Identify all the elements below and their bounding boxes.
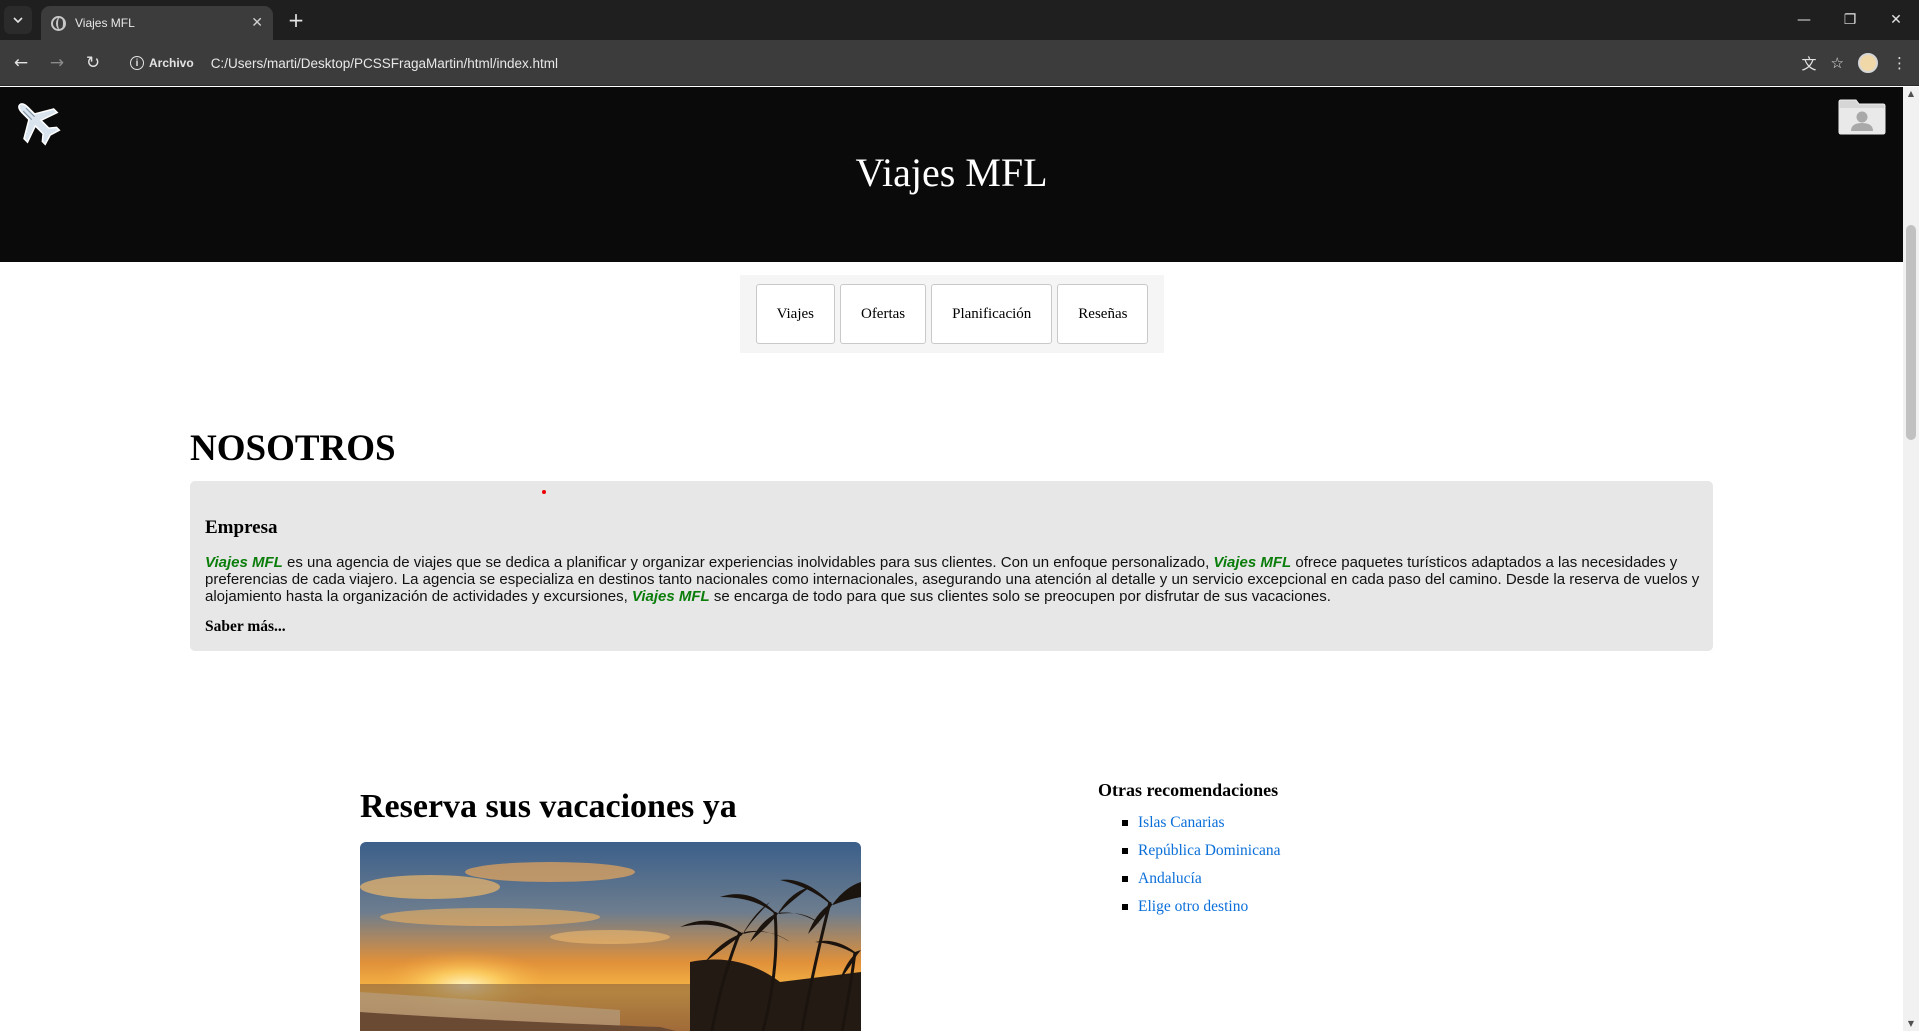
tab-title: Viajes MFL bbox=[75, 16, 135, 30]
more-menu-icon[interactable]: ⋮ bbox=[1892, 54, 1907, 72]
restore-button[interactable]: ❐ bbox=[1827, 0, 1873, 40]
toolbar-actions: 文 ☆ ⋮ bbox=[1802, 50, 1907, 76]
recommendations-title: Otras recomendaciones bbox=[1098, 780, 1279, 800]
about-card: Empresa Viajes MFL es una agencia de via… bbox=[190, 481, 1713, 651]
list-item: Islas Canarias bbox=[1122, 809, 1280, 837]
scroll-up-arrow-icon[interactable]: ▲ bbox=[1903, 87, 1919, 101]
beach-sunset-image bbox=[360, 842, 861, 1031]
profile-avatar[interactable] bbox=[1858, 53, 1878, 73]
reload-button[interactable]: ↻ bbox=[80, 50, 106, 76]
airplane-icon[interactable] bbox=[10, 95, 62, 147]
brand-name: Viajes MFL bbox=[205, 554, 283, 571]
booking-title: Reserva sus vacaciones ya bbox=[360, 788, 737, 825]
about-section-title: NOSOTROS bbox=[190, 428, 396, 469]
red-dot-marker bbox=[542, 490, 546, 494]
scrollbar-thumb[interactable] bbox=[1906, 225, 1916, 440]
brand-name: Viajes MFL bbox=[631, 588, 710, 605]
translate-icon[interactable]: 文 bbox=[1802, 53, 1817, 74]
list-item: Elige otro destino bbox=[1122, 893, 1280, 921]
forward-button[interactable]: → bbox=[44, 50, 70, 76]
origin-chip[interactable]: Archivo bbox=[149, 56, 194, 70]
read-more-link[interactable]: Saber más... bbox=[205, 618, 286, 636]
site-header: Viajes MFL bbox=[0, 87, 1903, 262]
description-part-3: se encarga de todo para que sus clientes… bbox=[709, 588, 1331, 605]
list-item: Andalucía bbox=[1122, 865, 1280, 893]
company-description: Viajes MFL es una agencia de viajes que … bbox=[205, 554, 1700, 605]
new-tab-button[interactable]: + bbox=[283, 8, 309, 34]
info-icon[interactable]: i bbox=[130, 56, 144, 70]
site-title: Viajes MFL bbox=[855, 150, 1048, 195]
list-item: República Dominicana bbox=[1122, 837, 1280, 865]
menu-item-viajes[interactable]: Viajes bbox=[755, 284, 835, 344]
browser-toolbar: ← → ↻ i Archivo C:/Users/marti/Desktop/P… bbox=[0, 40, 1919, 86]
tab-close-icon[interactable]: ✕ bbox=[251, 15, 263, 31]
menu-item-ofertas[interactable]: Ofertas bbox=[839, 284, 927, 344]
main-menu: Viajes Ofertas Planificación Reseñas bbox=[740, 275, 1164, 353]
chevron-down-icon bbox=[13, 17, 23, 24]
description-part-1: es una agencia de viajes que se dedica a… bbox=[282, 554, 1214, 571]
brand-name: Viajes MFL bbox=[1213, 554, 1292, 571]
bookmark-star-icon[interactable]: ☆ bbox=[1831, 54, 1844, 72]
url-text[interactable]: C:/Users/marti/Desktop/PCSSFragaMartin/h… bbox=[211, 56, 558, 71]
link-andalucia[interactable]: Andalucía bbox=[1138, 870, 1202, 888]
menu-item-planificacion[interactable]: Planificación bbox=[931, 284, 1053, 344]
tab-search-button[interactable] bbox=[4, 6, 32, 34]
bullet-icon bbox=[1122, 820, 1128, 826]
page-viewport: Viajes MFL Viajes Ofertas Planificación … bbox=[0, 87, 1903, 1031]
back-button[interactable]: ← bbox=[8, 50, 34, 76]
recommendations-list: Islas Canarias República Dominicana Anda… bbox=[1098, 809, 1280, 921]
link-republica-dominicana[interactable]: República Dominicana bbox=[1138, 842, 1280, 860]
close-window-button[interactable]: ✕ bbox=[1873, 0, 1919, 40]
browser-tab-active[interactable]: Viajes MFL ✕ bbox=[41, 6, 273, 40]
bullet-icon bbox=[1122, 848, 1128, 854]
company-heading: Empresa bbox=[205, 517, 278, 538]
bullet-icon bbox=[1122, 904, 1128, 910]
link-elige-otro-destino[interactable]: Elige otro destino bbox=[1138, 898, 1248, 916]
minimize-button[interactable]: — bbox=[1781, 0, 1827, 40]
address-bar[interactable]: i Archivo C:/Users/marti/Desktop/PCSSFra… bbox=[120, 47, 1770, 79]
page-scrollbar[interactable]: ▲ ▼ bbox=[1903, 87, 1919, 1031]
recommendations-panel: Otras recomendaciones Islas Canarias Rep… bbox=[1098, 780, 1280, 921]
user-avatar-icon[interactable] bbox=[1837, 96, 1887, 136]
link-islas-canarias[interactable]: Islas Canarias bbox=[1138, 814, 1225, 832]
window-controls: — ❐ ✕ bbox=[1781, 0, 1919, 40]
scroll-down-arrow-icon[interactable]: ▼ bbox=[1903, 1017, 1919, 1031]
browser-tab-bar: Viajes MFL ✕ + — ❐ ✕ bbox=[0, 0, 1919, 40]
globe-icon bbox=[51, 15, 66, 31]
menu-item-resenas[interactable]: Reseñas bbox=[1057, 284, 1149, 344]
bullet-icon bbox=[1122, 876, 1128, 882]
